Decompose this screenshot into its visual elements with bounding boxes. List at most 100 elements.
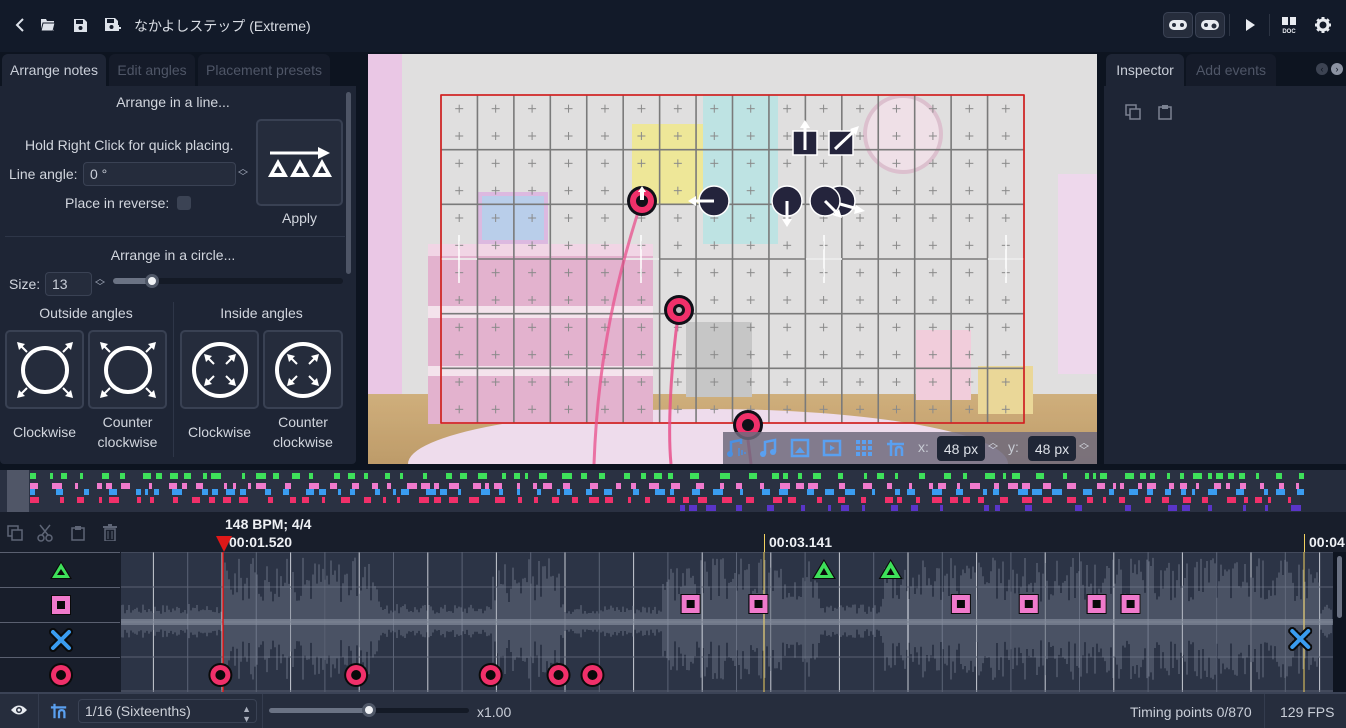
copy-icon[interactable] <box>7 525 23 546</box>
gamepad-button[interactable] <box>1163 12 1193 38</box>
size-stepper[interactable]: ︿ ﹀ <box>94 275 106 293</box>
save-icon[interactable] <box>69 14 91 36</box>
overview-note-mark <box>932 497 942 503</box>
tabs-scroll-left-icon[interactable]: ‹ <box>1316 63 1328 75</box>
overview-note-mark <box>514 473 520 479</box>
track-canvas[interactable] <box>121 552 1333 692</box>
overview-note-mark <box>460 473 467 479</box>
overview-note-mark <box>419 497 429 503</box>
visibility-eye-icon[interactable] <box>10 703 28 722</box>
beat-division-select[interactable]: 1/16 (Sixteenths) ▲ ▼ <box>78 699 257 724</box>
overview-note-mark <box>338 489 341 495</box>
size-input[interactable]: 13 <box>45 272 92 296</box>
copy-icon[interactable] <box>1125 104 1141 125</box>
circle-note[interactable] <box>627 186 657 216</box>
doc-icon[interactable]: DOC <box>1278 14 1300 36</box>
image-icon[interactable] <box>790 438 812 460</box>
overview-note-mark <box>740 489 743 495</box>
delete-icon[interactable] <box>102 524 118 546</box>
gamepad-test-button[interactable] <box>1195 12 1225 38</box>
circle-note[interactable] <box>478 663 503 687</box>
circle-note[interactable] <box>664 295 694 325</box>
left-panel-scrollbar[interactable] <box>346 92 351 274</box>
tab-edit-angles[interactable]: Edit angles <box>109 54 195 86</box>
overview-note-mark <box>1022 497 1032 503</box>
circle-note[interactable] <box>208 663 233 687</box>
circle-note[interactable] <box>580 663 605 687</box>
video-icon[interactable] <box>822 438 844 460</box>
square-note[interactable] <box>1120 594 1141 614</box>
square-note[interactable] <box>748 594 769 614</box>
grid-icon[interactable] <box>854 438 876 460</box>
back-chevron-icon[interactable] <box>9 14 31 36</box>
reverse-checkbox[interactable] <box>177 196 191 210</box>
overview-note-mark <box>120 473 125 479</box>
inside-counterclockwise-button[interactable] <box>263 330 343 409</box>
overview-note-mark <box>1299 473 1304 479</box>
save-as-icon[interactable] <box>101 14 123 36</box>
overview-note-mark <box>121 483 130 489</box>
note-track[interactable] <box>121 552 1333 692</box>
grid-y-stepper[interactable]: ︿ ﹀ <box>1078 439 1090 457</box>
overview-note-mark <box>143 473 151 479</box>
marker-time-label[interactable]: 00:03.141 <box>769 534 832 550</box>
gear-icon[interactable] <box>1312 14 1334 36</box>
playback-speed-thumb[interactable] <box>362 703 376 717</box>
track-scrollbar-thumb[interactable] <box>1337 556 1342 618</box>
circle-lane-icon[interactable] <box>48 662 74 693</box>
overview-note-mark <box>1109 489 1114 495</box>
snap-icon[interactable] <box>50 702 68 725</box>
cross-note[interactable] <box>1288 627 1313 651</box>
overview-note-mark <box>1120 483 1124 489</box>
line-angle-stepper[interactable]: ︿ ﹀ <box>237 165 249 183</box>
overview-note-mark <box>1279 483 1284 489</box>
inside-clockwise-button[interactable] <box>180 330 259 409</box>
track-scrollbar[interactable] <box>1333 552 1346 692</box>
line-angle-input[interactable]: 0 ° <box>83 162 236 186</box>
open-folder-icon[interactable] <box>37 14 59 36</box>
overview-note-mark <box>1119 497 1125 503</box>
tab-placement-presets[interactable]: Placement presets <box>198 54 330 86</box>
circle-note[interactable] <box>546 663 571 687</box>
paste-icon[interactable] <box>1157 104 1173 125</box>
overview-note-mark <box>599 473 605 479</box>
marker-time-label[interactable]: 00:04 <box>1309 534 1345 550</box>
paste-icon[interactable] <box>70 525 86 546</box>
square-lane-icon[interactable] <box>49 593 73 622</box>
grid-y-input[interactable]: 48 px <box>1028 436 1076 461</box>
overview-note-mark <box>1018 489 1028 495</box>
waveform-note-icon[interactable] <box>727 438 749 460</box>
tab-inspector[interactable]: Inspector <box>1106 54 1184 86</box>
playback-speed-slider[interactable] <box>269 703 469 717</box>
square-note[interactable] <box>950 594 971 614</box>
outside-counterclockwise-button[interactable] <box>88 330 167 409</box>
grid-x-input[interactable]: 48 px <box>937 436 985 461</box>
overview-note-mark <box>916 497 920 503</box>
square-note[interactable] <box>680 594 701 614</box>
overview-note-mark <box>209 497 215 503</box>
playfield-canvas[interactable] <box>368 54 1097 464</box>
timeline-lanes[interactable] <box>0 552 1346 692</box>
editor-viewport[interactable]: x: 48 px ︿ ﹀ y: 48 px ︿ ﹀ <box>368 54 1097 464</box>
snap-icon[interactable] <box>886 438 908 460</box>
cross-lane-icon[interactable] <box>49 628 73 657</box>
chart-overview[interactable] <box>0 470 1346 512</box>
overview-visible-window[interactable] <box>7 470 29 512</box>
tab-add-events[interactable]: Add events <box>1186 54 1276 86</box>
square-note[interactable] <box>1086 594 1107 614</box>
circle-note[interactable] <box>344 663 369 687</box>
size-slider-thumb[interactable] <box>145 274 160 288</box>
tabs-scroll-right-icon[interactable]: › <box>1331 63 1343 75</box>
size-slider[interactable] <box>113 274 343 288</box>
play-icon[interactable] <box>1239 14 1261 36</box>
square-note[interactable] <box>1018 594 1039 614</box>
outside-clockwise-button[interactable] <box>5 330 84 409</box>
toolbar-separator <box>1269 14 1270 36</box>
apply-line-button[interactable] <box>256 119 343 206</box>
grid-x-stepper[interactable]: ︿ ﹀ <box>987 439 999 457</box>
triangle-lane-icon[interactable] <box>48 559 74 586</box>
tab-arrange-notes[interactable]: Arrange notes <box>2 54 106 86</box>
music-note-icon[interactable] <box>759 438 781 460</box>
overview-canvas[interactable] <box>0 470 1346 512</box>
cut-icon[interactable] <box>37 524 53 547</box>
